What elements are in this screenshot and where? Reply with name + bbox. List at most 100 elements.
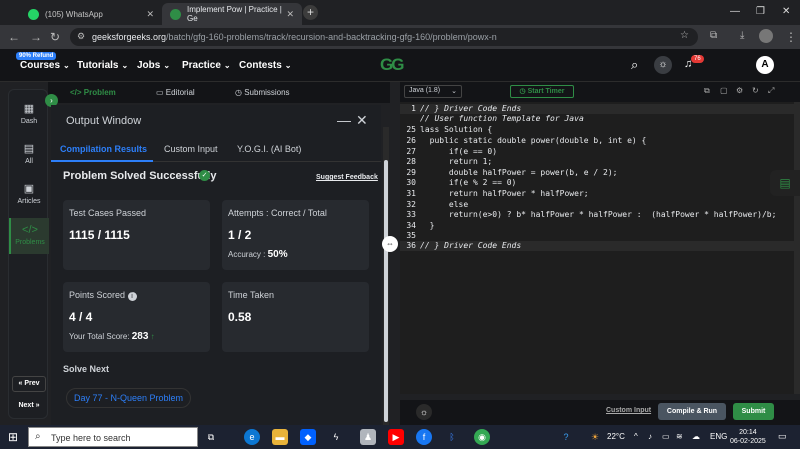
task-view-icon[interactable]: ⧉	[203, 429, 219, 445]
rail-item-problems[interactable]: </> Problems	[9, 218, 49, 254]
dropbox-icon[interactable]: ◆	[300, 429, 316, 445]
url-text: geeksforgeeks.org/batch/gfg-160-problems…	[92, 32, 497, 42]
close-panel-icon[interactable]: ✕	[356, 112, 368, 129]
minimize-panel-icon[interactable]: —	[337, 112, 351, 128]
info-icon[interactable]: i	[127, 292, 137, 301]
edge-icon[interactable]: e	[244, 429, 260, 445]
tab-submissions[interactable]: ◷ Submissions	[235, 88, 290, 97]
extensions-icon[interactable]: ⧉	[710, 30, 717, 41]
download-icon[interactable]: ⤓	[740, 30, 744, 41]
prev-button[interactable]: « Prev	[12, 376, 46, 392]
code-line: 32 else	[400, 200, 794, 210]
lightning-icon[interactable]: ϟ	[328, 429, 344, 445]
language-indicator[interactable]: ENG	[710, 432, 727, 441]
weather-icon[interactable]: ☀	[587, 429, 603, 445]
close-icon[interactable]: ✕	[146, 9, 154, 20]
expand-icon[interactable]: ⤢	[768, 86, 774, 96]
chrome-icon[interactable]: ◉	[474, 429, 490, 445]
tab-whatsapp[interactable]: (105) WhatsApp ✕	[20, 3, 162, 25]
nav-tutorials[interactable]: Tutorials ⌄	[77, 60, 128, 71]
language-select[interactable]: Java (1.8) ⌄	[404, 85, 462, 98]
reload-icon[interactable]: ↻	[50, 30, 60, 44]
restore-icon[interactable]: ❐	[756, 6, 765, 17]
bookmark-star-icon[interactable]: ☆	[680, 30, 689, 41]
theme-toggle-icon[interactable]: ☼	[654, 56, 672, 74]
search-icon[interactable]: ⌕	[631, 57, 638, 73]
suggest-feedback-link[interactable]: Suggest Feedback	[316, 174, 378, 181]
avatar[interactable]: A	[756, 56, 774, 74]
app-icon[interactable]: ♟	[360, 429, 376, 445]
nav-courses[interactable]: Courses ⌄	[20, 60, 70, 71]
code-line: 28 return 1;	[400, 157, 794, 167]
fullscreen-icon[interactable]: ▢	[720, 86, 728, 95]
line-number: 36	[406, 241, 416, 250]
line-number: 32	[406, 200, 416, 209]
output-scrollbar-thumb[interactable]	[384, 160, 388, 422]
help-icon[interactable]: ?	[558, 429, 574, 445]
windows-start-icon[interactable]: ⊞	[8, 430, 18, 444]
tab-custom-input[interactable]: Custom Input	[164, 144, 218, 154]
close-icon[interactable]: ✕	[286, 9, 294, 20]
taskbar-search-input[interactable]: ⌕ Type here to search	[28, 427, 198, 447]
rail-item-all[interactable]: ▤ All	[9, 140, 49, 170]
nav-jobs[interactable]: Jobs ⌄	[137, 60, 170, 71]
site-info-icon[interactable]: ⚙	[77, 31, 85, 42]
rail-item-dash[interactable]: ▦ Dash	[9, 100, 49, 130]
settings-icon[interactable]: ⚙	[736, 86, 743, 95]
line-number: 33	[406, 210, 416, 219]
line-number: 28	[406, 157, 416, 166]
rail-item-articles[interactable]: ▣ Articles	[9, 180, 49, 210]
next-button[interactable]: Next »	[12, 398, 46, 414]
battery-icon[interactable]: ▭	[662, 432, 670, 441]
chat-icon[interactable]: ▤	[770, 170, 800, 196]
copy-icon[interactable]: ⧉	[704, 86, 710, 96]
weather-temp[interactable]: 22°C	[607, 432, 625, 441]
clock-date: 06-02-2025	[730, 438, 766, 445]
bluetooth-icon[interactable]: ᛒ	[444, 429, 460, 445]
new-tab-button[interactable]: +	[303, 5, 318, 20]
omnibox[interactable]: ⚙ geeksforgeeks.org/batch/gfg-160-proble…	[70, 28, 698, 46]
file-explorer-icon[interactable]: ▬	[272, 429, 288, 445]
total-score-line: Your Total Score: 283 ↑	[69, 331, 155, 342]
line-number: 30	[406, 178, 416, 187]
wifi-icon[interactable]: ≋	[676, 432, 683, 441]
light-mode-icon[interactable]: ☼	[416, 404, 432, 420]
tab-implement-pow[interactable]: Implement Pow | Practice | Ge ✕	[162, 3, 302, 25]
speaker-icon[interactable]: ♪	[648, 432, 652, 441]
close-window-icon[interactable]: ✕	[782, 6, 790, 17]
gfg-logo[interactable]: GG	[380, 55, 404, 75]
youtube-icon[interactable]: ▶	[388, 429, 404, 445]
reset-icon[interactable]: ↻	[752, 86, 759, 95]
output-title: Output Window	[66, 115, 142, 127]
profile-avatar[interactable]	[759, 29, 773, 43]
nav-practice[interactable]: Practice ⌄	[182, 60, 231, 71]
custom-input-link[interactable]: Custom Input	[606, 407, 651, 414]
submit-button[interactable]: Submit	[733, 403, 774, 420]
address-bar-row: ← → ↻ ⚙ geeksforgeeks.org/batch/gfg-160-…	[0, 25, 800, 49]
status-message: Problem Solved Successfully	[63, 170, 217, 182]
browser-tab-bar: (105) WhatsApp ✕ Implement Pow | Practic…	[0, 0, 800, 25]
tab-yogi-bot[interactable]: Y.O.G.I. (AI Bot)	[237, 144, 301, 154]
code-editor[interactable]: 1 // } Driver Code Ends // User function …	[400, 102, 794, 394]
tab-compilation-results[interactable]: Compilation Results	[60, 144, 147, 154]
chevron-up-icon[interactable]: ^	[634, 432, 638, 441]
menu-kebab-icon[interactable]: ⋮	[785, 30, 797, 44]
nav-contests[interactable]: Contests ⌄	[239, 60, 292, 71]
minimize-icon[interactable]: —	[730, 6, 740, 17]
tab-editorial[interactable]: ▭ Editorial	[156, 88, 195, 97]
facebook-icon[interactable]: f	[416, 429, 432, 445]
forward-icon[interactable]: →	[30, 30, 42, 44]
editor-scrollbar[interactable]	[794, 102, 800, 394]
card-value: 1 / 2	[228, 228, 252, 242]
clock[interactable]: 20:14 06-02-2025	[730, 428, 766, 446]
next-problem-link[interactable]: Day 77 - N-Queen Problem	[66, 388, 192, 408]
cloud-icon[interactable]: ☁	[692, 432, 700, 441]
code-line: 34 }	[400, 221, 794, 231]
compile-run-button[interactable]: Compile & Run	[658, 403, 726, 420]
start-timer-button[interactable]: ◷ Start Timer	[510, 85, 574, 98]
tab-problem[interactable]: </> Problem	[70, 88, 116, 97]
back-icon[interactable]: ←	[8, 30, 20, 44]
panel-resize-handle[interactable]: ⇔	[382, 236, 398, 252]
notification-center-icon[interactable]: ▭	[778, 431, 787, 442]
line-number: 35	[406, 231, 416, 240]
